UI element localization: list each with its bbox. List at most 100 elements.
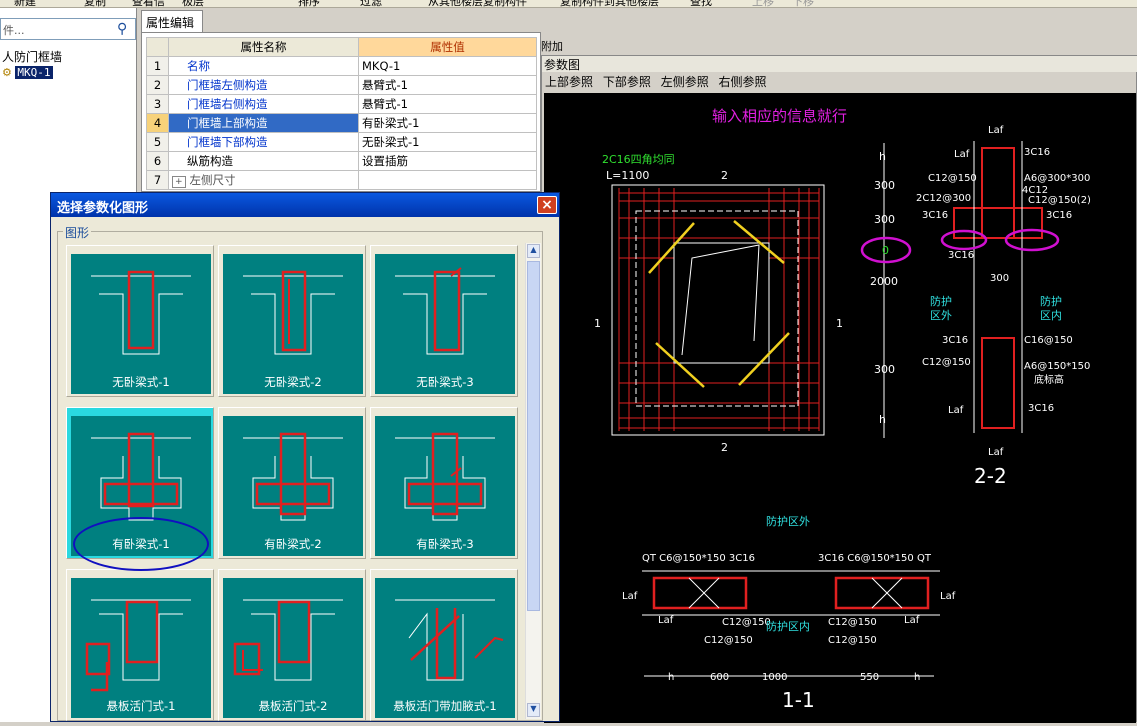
shape-option[interactable]: 悬板活门式-1 — [66, 569, 214, 721]
shape-option[interactable]: 有卧梁式-3 — [370, 407, 518, 559]
shape-label: 悬板活门带加腋式-1 — [393, 699, 497, 713]
dim-0: 0 — [882, 244, 889, 257]
table-row[interactable]: 1 名称 MKQ-1 — [146, 56, 537, 76]
dim-h-bottom: h — [879, 413, 886, 426]
label-laf-bottom: Laf — [988, 447, 1004, 458]
shape-preview: 无卧梁式-3 — [375, 254, 515, 394]
row-number: 1 — [146, 56, 169, 76]
property-value[interactable]: 无卧梁式-1 — [358, 132, 537, 152]
shape-preview: 无卧梁式-1 — [71, 254, 211, 394]
dim-300-b: 300 — [874, 213, 895, 226]
label-laf-11-inner-left: Laf — [658, 615, 674, 626]
toolbar-up[interactable]: 上移 — [752, 0, 774, 7]
scroll-down-icon[interactable]: ▼ — [527, 703, 540, 717]
annotation-oval-left — [940, 229, 988, 251]
label-2c12-300: 2C12@300 — [916, 193, 971, 204]
tree-item-label: MKQ-1 — [15, 66, 53, 79]
toolbar-sort[interactable]: 排序 — [298, 0, 320, 7]
search-icon[interactable]: ⚲ — [117, 21, 127, 37]
property-name: 门框墙上部构造 — [168, 113, 359, 133]
property-name: 名称 — [168, 56, 359, 76]
property-value[interactable]: MKQ-1 — [358, 56, 537, 76]
row-number: 5 — [146, 132, 169, 152]
select-shape-dialog: 选择参数化图形 × 图形 无卧梁式-1 无卧梁式-2 无卧梁式-3 有卧梁式-1… — [50, 192, 560, 722]
shape-option[interactable]: 悬板活门带加腋式-1 — [370, 569, 518, 721]
label-laf-11-left: Laf — [622, 591, 638, 602]
label-laf-bottom-left: Laf — [948, 405, 964, 416]
dim-300-2-2: 300 — [990, 273, 1009, 284]
tab-left-ref[interactable]: 左侧参照 — [661, 75, 709, 89]
toolbar-new[interactable]: 新建 — [14, 0, 36, 7]
property-value[interactable] — [358, 170, 537, 190]
table-row[interactable]: 6 纵筋构造 设置插筋 — [146, 151, 537, 171]
label-protect-out-2: 区外 — [930, 309, 952, 322]
label-laf-top: Laf — [988, 125, 1004, 136]
row-number: 3 — [146, 94, 169, 114]
scroll-up-icon[interactable]: ▲ — [527, 244, 540, 258]
property-value[interactable]: 悬臂式-1 — [358, 94, 537, 114]
row-number: 4 — [146, 113, 169, 133]
shape-option[interactable]: 有卧梁式-2 — [218, 407, 366, 559]
property-value[interactable]: 有卧梁式-1 — [358, 113, 537, 133]
toolbar-copy[interactable]: 复制 — [84, 0, 106, 7]
shape-label: 悬板活门式-2 — [258, 699, 328, 713]
reference-tabs: 上部参照 下部参照 左侧参照 右侧参照 — [542, 73, 1137, 91]
label-top-rebar: 2C16四角均同 — [602, 153, 675, 166]
toolbar-copy-from-floor[interactable]: 从其他楼层复制构件 — [428, 0, 527, 7]
shape-preview: 有卧梁式-3 — [375, 416, 515, 556]
tab-property-edit[interactable]: 属性编辑 — [141, 10, 203, 32]
shape-option[interactable]: 无卧梁式-2 — [218, 245, 366, 397]
toolbar-down[interactable]: 下移 — [792, 0, 814, 7]
toolbar-filter[interactable]: 过滤 — [360, 0, 382, 7]
header-num — [146, 37, 169, 57]
property-value[interactable]: 悬臂式-1 — [358, 75, 537, 95]
label-c12-150-2: C12@150(2) — [1028, 195, 1091, 206]
shape-preview: 无卧梁式-2 — [223, 254, 363, 394]
property-name: 门框墙左侧构造 — [168, 75, 359, 95]
tab-bottom-ref[interactable]: 下部参照 — [603, 75, 651, 89]
label-3c16-bottom: 3C16 — [1028, 403, 1054, 414]
dim-2000: 2000 — [870, 275, 898, 288]
shape-option[interactable]: 无卧梁式-1 — [66, 245, 214, 397]
cad-drawing: 输入相应的信息就行 2C16四角均同 L=1100 2 2 1 1 h 300 … — [594, 107, 1091, 712]
vertical-scrollbar[interactable]: ▲ ▼ — [525, 243, 541, 719]
parameter-drawing: 输入相应的信息就行 2C16四角均同 L=1100 2 2 1 1 h 300 … — [544, 93, 1136, 723]
toolbar-find[interactable]: 查找 — [690, 0, 712, 7]
property-name: + 左侧尺寸 — [168, 170, 359, 190]
label-laf-11-right: Laf — [940, 591, 956, 602]
table-row[interactable]: 5 门框墙下部构造 无卧梁式-1 — [146, 132, 537, 152]
table-row[interactable]: 7 + 左侧尺寸 — [146, 170, 537, 190]
shape-preview: 悬板活门带加腋式-1 — [375, 578, 515, 718]
expand-icon[interactable]: + — [172, 176, 186, 188]
search-box[interactable]: 件... ⚲ — [0, 18, 136, 40]
label-3c16-mid: 3C16 — [948, 250, 974, 261]
table-row-selected[interactable]: 4 门框墙上部构造 有卧梁式-1 — [146, 113, 537, 133]
toolbar-layer[interactable]: 极层 — [182, 0, 204, 7]
tree-root[interactable]: 人防门框墙 — [2, 48, 62, 65]
scroll-thumb[interactable] — [527, 261, 540, 611]
row-number: 2 — [146, 75, 169, 95]
shape-label: 无卧梁式-2 — [264, 375, 322, 389]
table-row[interactable]: 3 门框墙右侧构造 悬臂式-1 — [146, 94, 537, 114]
shape-label: 有卧梁式-3 — [416, 537, 474, 551]
close-button[interactable]: × — [537, 196, 557, 214]
toolbar-copy-to-floor[interactable]: 复制构件到其他楼层 — [560, 0, 659, 7]
label-c12-150-a: C12@150 — [928, 173, 977, 184]
tree-item[interactable]: ⚙ MKQ-1 — [2, 66, 53, 79]
section-title-2-2: 2-2 — [974, 464, 1007, 488]
shape-option[interactable]: 无卧梁式-3 — [370, 245, 518, 397]
shape-option[interactable]: 悬板活门式-2 — [218, 569, 366, 721]
table-row[interactable]: 2 门框墙左侧构造 悬臂式-1 — [146, 75, 537, 95]
label-qt-left: QT C6@150*150 3C16 — [642, 553, 755, 564]
label-3c16-right: 3C16 — [1046, 210, 1072, 221]
tab-top-ref[interactable]: 上部参照 — [545, 75, 593, 89]
label-protect-in-2: 区内 — [1040, 308, 1062, 322]
label-a6-300: A6@300*300 — [1024, 173, 1090, 184]
property-value[interactable]: 设置插筋 — [358, 151, 537, 171]
toolbar-view[interactable]: 查看信 — [132, 0, 165, 7]
tab-right-ref[interactable]: 右侧参照 — [719, 75, 767, 89]
label-protect-in-h: 防护区内 — [766, 619, 810, 633]
header-value: 属性值 — [358, 37, 537, 57]
section-mark-2-bottom: 2 — [721, 441, 728, 454]
search-input[interactable]: 件... — [3, 22, 25, 38]
